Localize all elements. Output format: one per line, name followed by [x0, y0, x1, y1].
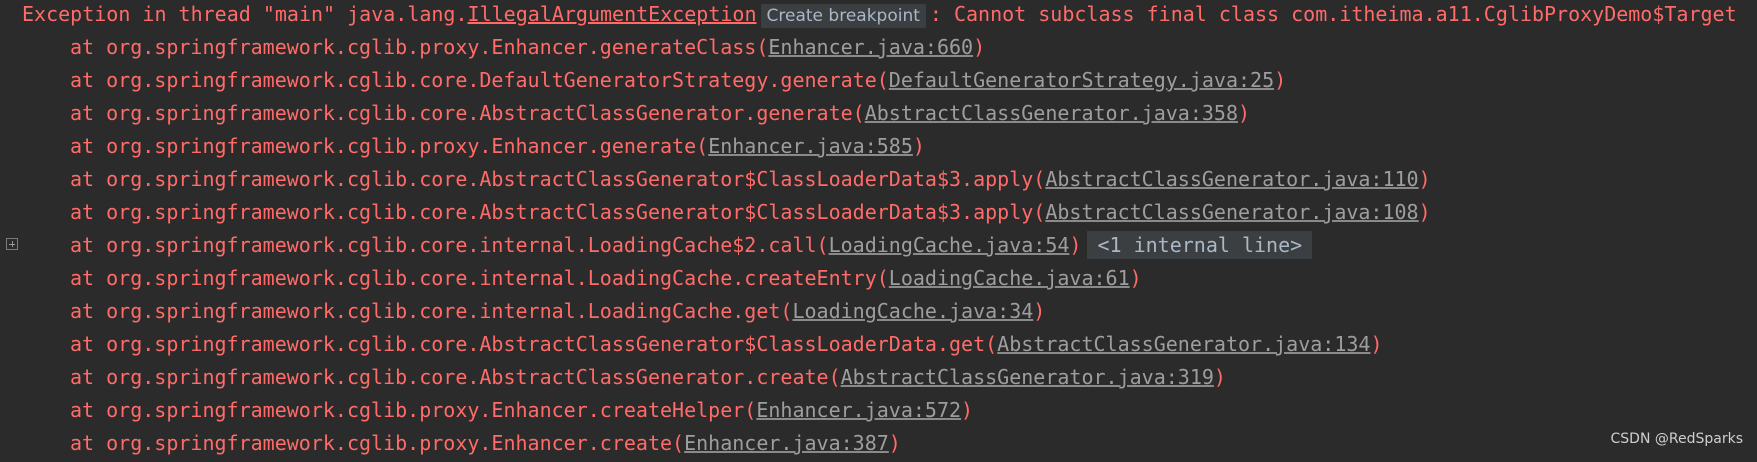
- stack-frame: at org.springframework.cglib.core.Abstra…: [0, 330, 1757, 363]
- frame-method: at org.springframework.cglib.core.intern…: [70, 299, 793, 323]
- frame-source-link[interactable]: DefaultGeneratorStrategy.java:25: [889, 68, 1274, 92]
- create-breakpoint-button[interactable]: Create breakpoint: [760, 4, 926, 28]
- stack-frame: at org.springframework.cglib.core.intern…: [0, 264, 1757, 297]
- stack-frame: at org.springframework.cglib.proxy.Enhan…: [0, 429, 1757, 462]
- frame-method: at org.springframework.cglib.core.Abstra…: [70, 332, 998, 356]
- frame-suffix: ): [888, 431, 901, 455]
- frame-suffix: ): [961, 398, 974, 422]
- frame-suffix: ): [1418, 167, 1431, 191]
- exception-class-link[interactable]: IllegalArgumentException: [468, 2, 757, 26]
- frame-suffix: ): [1238, 101, 1251, 125]
- frame-source-link[interactable]: LoadingCache.java:54: [829, 233, 1070, 257]
- frame-source-link[interactable]: AbstractClassGenerator.java:134: [997, 332, 1370, 356]
- frame-method: at org.springframework.cglib.proxy.Enhan…: [70, 431, 685, 455]
- stack-frame: at org.springframework.cglib.core.Abstra…: [0, 198, 1757, 231]
- frame-suffix: ): [1033, 299, 1046, 323]
- stack-frame: at org.springframework.cglib.core.Abstra…: [0, 165, 1757, 198]
- stack-frame: at org.springframework.cglib.core.Abstra…: [0, 363, 1757, 396]
- frame-source-link[interactable]: AbstractClassGenerator.java:110: [1045, 167, 1418, 191]
- frame-method: at org.springframework.cglib.proxy.Enhan…: [70, 35, 769, 59]
- frame-method: at org.springframework.cglib.core.intern…: [70, 233, 829, 257]
- frame-suffix: ): [1129, 266, 1142, 290]
- frame-suffix: ): [1370, 332, 1383, 356]
- frame-suffix: ): [1213, 365, 1226, 389]
- frame-method: at org.springframework.cglib.core.Defaul…: [70, 68, 889, 92]
- frame-source-link[interactable]: Enhancer.java:585: [708, 134, 913, 158]
- exception-header-line: Exception in thread "main" java.lang.Ill…: [0, 0, 1757, 33]
- frame-source-link[interactable]: Enhancer.java:572: [756, 398, 961, 422]
- stack-frame: at org.springframework.cglib.proxy.Enhan…: [0, 33, 1757, 66]
- stack-frame: at org.springframework.cglib.core.Abstra…: [0, 99, 1757, 132]
- stack-frame-collapsible: at org.springframework.cglib.core.intern…: [0, 231, 1757, 264]
- frame-suffix: ): [973, 35, 986, 59]
- frame-source-link[interactable]: LoadingCache.java:34: [792, 299, 1033, 323]
- frame-suffix: ): [1069, 233, 1082, 257]
- internal-lines-folded[interactable]: <1 internal line>: [1087, 231, 1313, 259]
- frame-method: at org.springframework.cglib.core.Abstra…: [70, 101, 865, 125]
- frame-method: at org.springframework.cglib.proxy.Enhan…: [70, 398, 757, 422]
- stack-frame: at org.springframework.cglib.core.Defaul…: [0, 66, 1757, 99]
- console-output: Exception in thread "main" java.lang.Ill…: [0, 0, 1757, 459]
- frame-method: at org.springframework.cglib.core.intern…: [70, 266, 889, 290]
- frame-method: at org.springframework.cglib.proxy.Enhan…: [70, 134, 709, 158]
- frame-method: at org.springframework.cglib.core.Abstra…: [70, 365, 841, 389]
- frame-source-link[interactable]: LoadingCache.java:61: [889, 266, 1130, 290]
- exception-message: : Cannot subclass final class com.itheim…: [929, 2, 1737, 26]
- frame-source-link[interactable]: AbstractClassGenerator.java:358: [865, 101, 1238, 125]
- frame-source-link[interactable]: AbstractClassGenerator.java:319: [841, 365, 1214, 389]
- exception-prefix: Exception in thread "main" java.lang.: [22, 2, 468, 26]
- expand-plus-icon[interactable]: [6, 238, 18, 250]
- frame-source-link[interactable]: Enhancer.java:660: [768, 35, 973, 59]
- stack-frame: at org.springframework.cglib.proxy.Enhan…: [0, 132, 1757, 165]
- stack-frame: at org.springframework.cglib.proxy.Enhan…: [0, 396, 1757, 429]
- frame-method: at org.springframework.cglib.core.Abstra…: [70, 200, 1046, 224]
- frame-source-link[interactable]: Enhancer.java:387: [684, 431, 889, 455]
- frame-source-link[interactable]: AbstractClassGenerator.java:108: [1045, 200, 1418, 224]
- watermark: CSDN @RedSparks: [1610, 431, 1743, 447]
- frame-suffix: ): [1418, 200, 1431, 224]
- frame-method: at org.springframework.cglib.core.Abstra…: [70, 167, 1046, 191]
- stack-frame: at org.springframework.cglib.core.intern…: [0, 297, 1757, 330]
- frame-suffix: ): [1274, 68, 1287, 92]
- frame-suffix: ): [912, 134, 925, 158]
